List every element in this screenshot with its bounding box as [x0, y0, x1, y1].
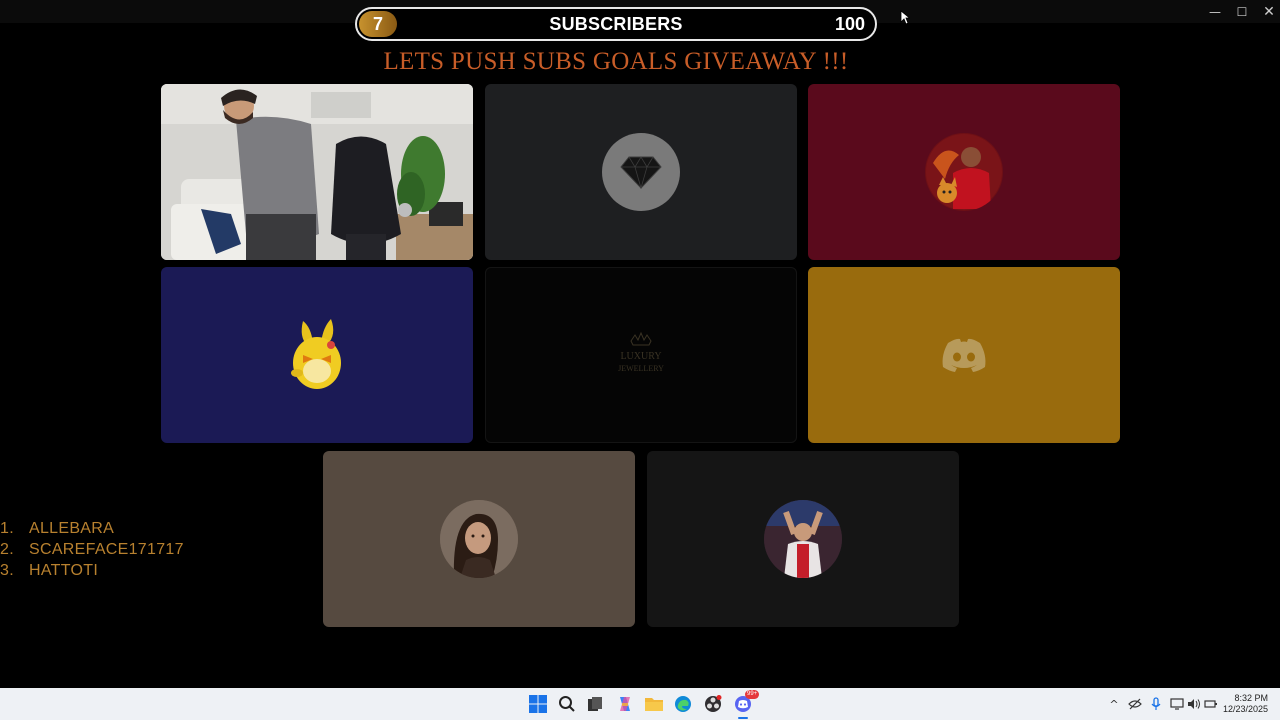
clock-date: 12/23/2025 [1222, 704, 1268, 714]
camera-feed-image [161, 84, 473, 260]
winner-name: SCAREFACE171717 [29, 541, 184, 558]
video-tile-yellow-rabbit[interactable] [161, 267, 473, 443]
file-explorer-icon[interactable] [644, 694, 664, 714]
start-icon[interactable] [528, 694, 548, 714]
maximize-button[interactable]: ☐ [1231, 3, 1253, 21]
winner-name: HATTOTI [29, 562, 99, 579]
winner-item: 2. SCAREFACE171717 [0, 541, 184, 558]
diamond-avatar [602, 133, 680, 211]
volume-icon[interactable] [1186, 696, 1202, 712]
battery-icon[interactable] [1203, 696, 1219, 712]
active-app-indicator [738, 717, 748, 719]
svg-text:LUXURY: LUXURY [620, 351, 661, 362]
subscriber-progress-bar: 7 SUBSCRIBERS 100 [355, 7, 877, 41]
giveaway-headline: LETS PUSH SUBS GOALS GIVEAWAY !!! [383, 48, 849, 75]
search-icon[interactable] [557, 694, 577, 714]
discord-icon [942, 338, 986, 372]
winner-item: 1. ALLEBARA [0, 520, 115, 537]
woman-icon [440, 500, 518, 578]
video-tile-woman[interactable] [323, 451, 635, 627]
subscriber-goal: 100 [834, 14, 865, 34]
edge-icon[interactable] [673, 694, 693, 714]
player-celebrating-avatar [764, 500, 842, 578]
copilot-icon[interactable] [615, 694, 635, 714]
woman-avatar [440, 500, 518, 578]
taskbar: 99+ ^ 8:32 PM 12/23/2025 [0, 688, 1280, 720]
football-player-avatar [925, 133, 1003, 211]
video-tile-luxury-jewellery[interactable]: LUXURY JEWELLERY [485, 267, 797, 443]
yellow-rabbit-icon [291, 319, 341, 389]
crown-logo-icon: LUXURY JEWELLERY [618, 331, 664, 373]
obs-icon[interactable] [703, 694, 723, 714]
close-button[interactable]: ✕ [1258, 3, 1280, 21]
discord-taskbar-icon[interactable]: 99+ [733, 690, 760, 714]
minimize-button[interactable]: — [1204, 3, 1226, 21]
winner-item: 3. HATTOTI [0, 562, 99, 579]
task-view-icon[interactable] [585, 694, 605, 714]
winners-list: 1. ALLEBARA 2. SCAREFACE171717 3. HATTOTI [0, 518, 184, 581]
video-tile-camera[interactable] [161, 84, 473, 260]
visibility-off-icon[interactable] [1127, 696, 1143, 712]
video-tile-player-celebrating[interactable] [647, 451, 959, 627]
network-icon[interactable] [1169, 696, 1185, 712]
player-celebrating-icon [764, 500, 842, 578]
svg-text:JEWELLERY: JEWELLERY [618, 364, 664, 373]
winner-name: ALLEBARA [29, 520, 115, 537]
video-tile-football-player[interactable] [808, 84, 1120, 260]
mouse-cursor-icon [900, 10, 910, 25]
video-tile-diamond[interactable] [485, 84, 797, 260]
subscriber-label: SUBSCRIBERS [549, 14, 683, 34]
player-icon [926, 134, 1002, 210]
clock-time: 8:32 PM [1234, 693, 1268, 703]
discord-badge: 99+ [745, 690, 760, 699]
diamond-icon [620, 156, 662, 189]
microphone-icon[interactable] [1148, 696, 1164, 712]
taskbar-clock[interactable]: 8:32 PM 12/23/2025 [1223, 693, 1268, 715]
video-tile-discord[interactable] [808, 267, 1120, 443]
tray-chevron-icon[interactable]: ^ [1106, 696, 1122, 712]
